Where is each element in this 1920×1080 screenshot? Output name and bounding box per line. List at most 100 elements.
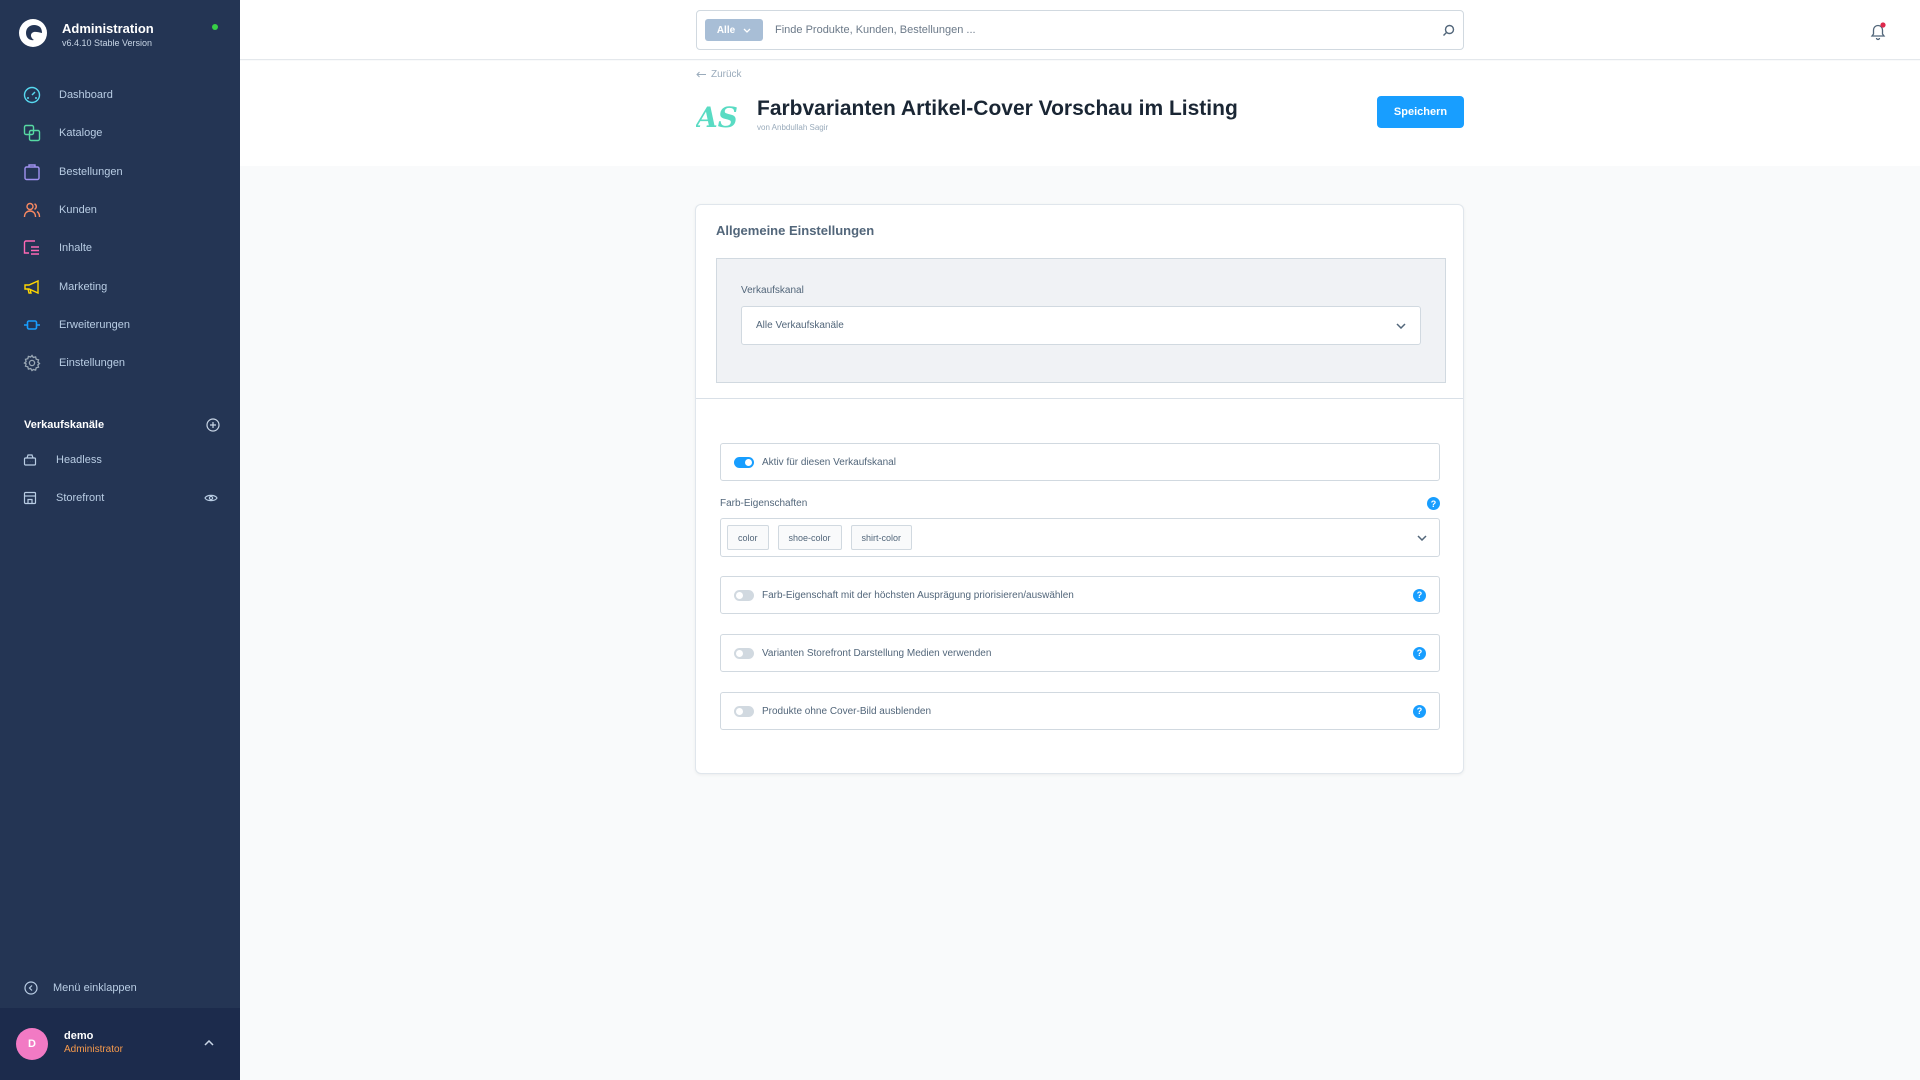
back-link[interactable]: Zurück (696, 69, 742, 80)
sales-channel-label: Headless (56, 454, 102, 466)
sidebar-item-label: Inhalte (59, 242, 93, 255)
sales-channel-headless[interactable]: Headless (22, 449, 222, 471)
add-sales-channel-button[interactable] (206, 418, 220, 432)
page-title: Farbvarianten Artikel-Cover Vorschau im … (757, 97, 1238, 120)
notifications-button[interactable] (1867, 20, 1889, 42)
active-toggle[interactable] (734, 456, 754, 468)
sales-channel-panel: Verkaufskanal Alle Verkaufskanäle (716, 258, 1446, 383)
sidebar-item-label: Dashboard (59, 89, 113, 102)
brand: Administration v6.4.10 Stable Version (18, 18, 228, 58)
sales-channel-storefront[interactable]: Storefront (22, 487, 222, 509)
plugin-logo-icon: AS (696, 101, 738, 134)
sidebar-item-marketing[interactable]: Marketing (0, 267, 240, 305)
global-search: Alle (696, 10, 1464, 50)
search-icon (1442, 24, 1454, 36)
divider (696, 398, 1463, 399)
search-button[interactable] (1433, 24, 1463, 37)
page-header: Zurück AS Farbvarianten Artikel-Cover Vo… (240, 61, 1920, 166)
sidebar-item-label: Einstellungen (59, 357, 126, 370)
search-type-label: Alle (716, 24, 736, 36)
card-title: Allgemeine Einstellungen (716, 223, 875, 238)
avatar[interactable]: D (16, 1028, 48, 1060)
plugin-logo-text: AS (696, 101, 738, 134)
status-indicator (212, 24, 218, 30)
sidebar-item-label: Kataloge (59, 127, 103, 140)
chevron-down-icon (1417, 534, 1427, 541)
app-title: Administration (62, 21, 154, 36)
arrow-left-icon (696, 71, 706, 78)
sales-channel-label: Verkaufskanal (741, 285, 804, 296)
search-type-select[interactable]: Alle (705, 19, 763, 41)
user-role: Administrator (64, 1044, 123, 1055)
bell-icon (1870, 22, 1886, 41)
sales-channels-title: Verkaufskanäle (24, 419, 105, 431)
collapse-menu-button[interactable]: Menü einklappen (24, 978, 137, 998)
back-label: Zurück (711, 69, 742, 80)
help-icon[interactable]: ? (1427, 497, 1440, 510)
storefront-icon (22, 490, 38, 506)
prioritize-color-label: Farb-Eigenschaft mit der höchsten Ausprä… (762, 589, 1074, 601)
color-property-tag[interactable]: shirt-color (850, 525, 913, 550)
hide-no-cover-toggle[interactable] (734, 705, 754, 717)
chevron-up-icon (204, 1040, 214, 1046)
megaphone-icon (22, 277, 42, 297)
color-property-tag[interactable]: shoe-color (777, 525, 842, 550)
active-setting-row: Aktiv für diesen Verkaufskanal (720, 443, 1440, 481)
sales-channels-heading: Verkaufskanäle (24, 415, 220, 435)
sidebar-item-inhalte[interactable]: Inhalte (0, 229, 240, 267)
sidebar-item-label: Kunden (59, 204, 97, 217)
main-navigation: Dashboard Kataloge Bestellungen Kunden I… (0, 76, 240, 382)
chevron-down-icon (1396, 322, 1406, 329)
save-button[interactable]: Speichern (1377, 96, 1464, 128)
eye-icon (204, 494, 218, 502)
sales-channel-select[interactable]: Alle Verkaufskanäle (741, 306, 1421, 345)
sidebar-item-label: Erweiterungen (59, 318, 130, 331)
dashboard-icon (22, 85, 42, 105)
catalog-icon (22, 123, 42, 143)
shopping-bag-icon (22, 162, 42, 182)
app-version: v6.4.10 Stable Version (62, 38, 153, 48)
hide-no-cover-label: Produkte ohne Cover-Bild ausblenden (762, 705, 931, 717)
chevron-left-circle-icon (24, 981, 38, 995)
sidebar-item-label: Bestellungen (59, 165, 123, 178)
collapse-menu-label: Menü einklappen (53, 982, 137, 994)
color-properties-label: Farb-Eigenschaften (720, 498, 808, 509)
plug-icon (22, 315, 42, 335)
sidebar: Administration v6.4.10 Stable Version Da… (0, 0, 240, 1080)
sales-channel-value: Alle Verkaufskanäle (756, 320, 844, 331)
view-storefront-button[interactable] (204, 493, 218, 503)
sidebar-item-kunden[interactable]: Kunden (0, 191, 240, 229)
hide-no-cover-row: Produkte ohne Cover-Bild ausblenden ? (720, 692, 1440, 730)
prioritize-color-row: Farb-Eigenschaft mit der höchsten Ausprä… (720, 576, 1440, 614)
help-icon[interactable]: ? (1413, 704, 1426, 718)
basket-icon (22, 452, 38, 468)
prioritize-color-toggle[interactable] (734, 589, 754, 601)
shopware-logo-icon[interactable] (18, 18, 48, 48)
active-toggle-label: Aktiv für diesen Verkaufskanal (762, 456, 896, 468)
variant-media-label: Varianten Storefront Darstellung Medien … (762, 647, 992, 659)
sidebar-item-erweiterungen[interactable]: Erweiterungen (0, 306, 240, 344)
search-input[interactable] (775, 24, 1433, 36)
plugin-author: von Anbdullah Sagir (757, 123, 829, 132)
color-properties-select[interactable]: color shoe-color shirt-color (720, 518, 1440, 557)
content-icon (22, 238, 42, 258)
variant-media-toggle[interactable] (734, 647, 754, 659)
gear-icon (22, 353, 42, 373)
sidebar-item-kataloge[interactable]: Kataloge (0, 114, 240, 152)
color-property-tag[interactable]: color (727, 525, 769, 550)
sidebar-item-einstellungen[interactable]: Einstellungen (0, 344, 240, 382)
help-icon[interactable]: ? (1413, 646, 1426, 660)
user-menu: D demo Administrator (0, 1008, 240, 1080)
plus-circle-icon (206, 418, 220, 432)
chevron-down-icon (743, 28, 751, 33)
help-icon[interactable]: ? (1413, 588, 1426, 602)
sidebar-item-dashboard[interactable]: Dashboard (0, 76, 240, 114)
top-bar: Alle (240, 0, 1920, 60)
user-menu-toggle[interactable] (200, 1034, 218, 1052)
sidebar-item-label: Marketing (59, 280, 108, 293)
user-name: demo (64, 1030, 94, 1042)
customers-icon (22, 200, 42, 220)
general-settings-card: Allgemeine Einstellungen Verkaufskanal A… (695, 204, 1464, 774)
sidebar-item-bestellungen[interactable]: Bestellungen (0, 153, 240, 191)
variant-media-row: Varianten Storefront Darstellung Medien … (720, 634, 1440, 672)
